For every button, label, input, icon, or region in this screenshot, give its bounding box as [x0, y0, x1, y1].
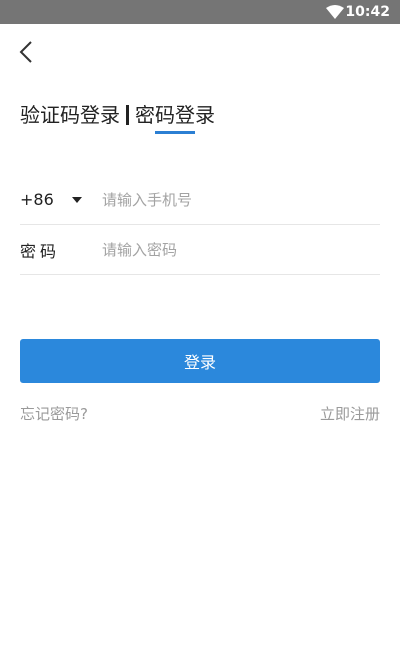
login-button[interactable]: 登录	[20, 339, 380, 383]
phone-input[interactable]	[102, 190, 380, 209]
status-bar: 10:42	[0, 0, 400, 24]
tab-sms-login-label: 验证码登录	[20, 103, 120, 127]
active-tab-indicator	[155, 131, 195, 134]
back-button[interactable]	[12, 38, 40, 66]
tab-divider	[126, 105, 129, 125]
caret-down-icon	[71, 196, 82, 203]
phone-row: +86	[20, 175, 380, 225]
country-code-value: +86	[20, 190, 54, 209]
country-code-select[interactable]: +86	[20, 190, 102, 209]
login-tabs: 验证码登录 密码登录	[20, 100, 215, 136]
tab-sms-login[interactable]: 验证码登录	[20, 100, 120, 130]
forgot-password-link[interactable]: 忘记密码?	[20, 404, 88, 424]
register-link[interactable]: 立即注册	[320, 404, 380, 424]
password-input[interactable]	[102, 240, 380, 259]
status-time: 10:42	[345, 4, 390, 20]
wifi-icon	[326, 5, 344, 19]
password-row: 密码	[20, 225, 380, 275]
password-label: 密码	[20, 241, 61, 261]
tab-password-login-label: 密码登录	[135, 103, 215, 127]
tab-password-login[interactable]: 密码登录	[135, 100, 215, 134]
chevron-left-icon	[19, 41, 32, 63]
